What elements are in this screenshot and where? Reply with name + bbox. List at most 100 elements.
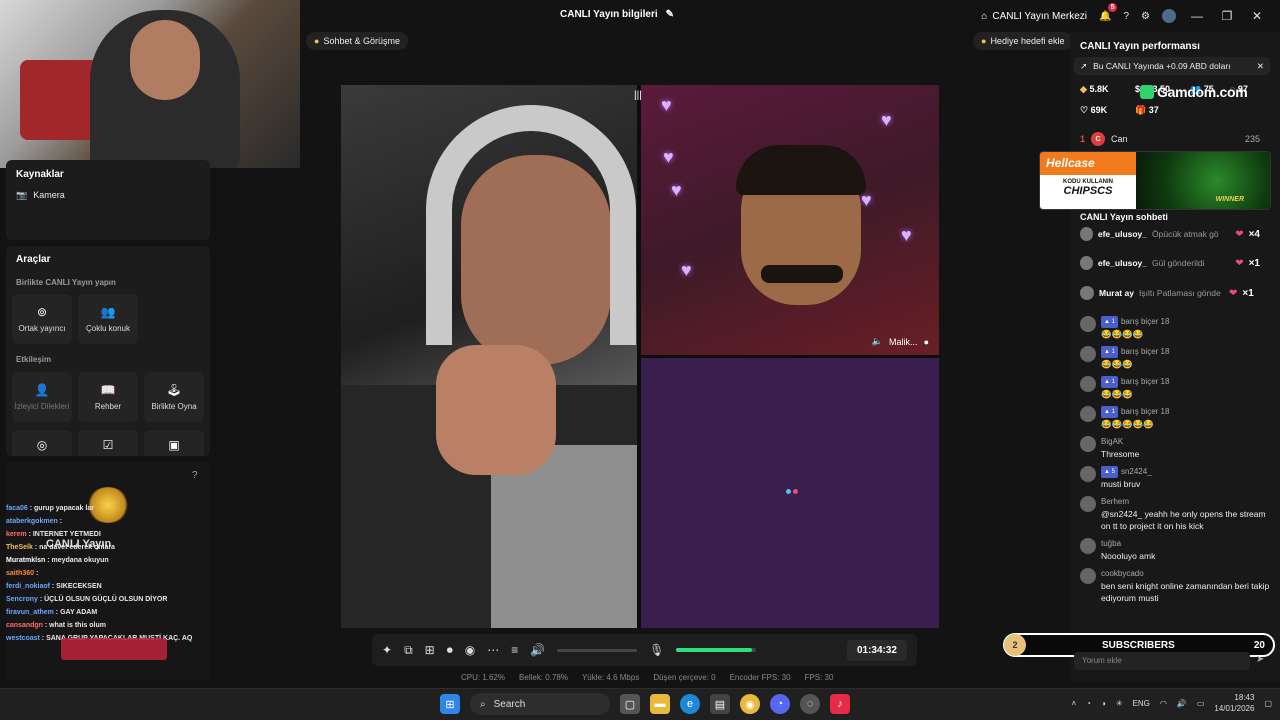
tool-button-6[interactable]: ▣	[144, 430, 204, 456]
chat-username[interactable]: ▲ 1 barış biçer 18	[1101, 346, 1169, 358]
chat-username[interactable]: ▲ 1 barış biçer 18	[1101, 406, 1169, 418]
chat-username[interactable]: ▲ 1 barış biçer 18	[1101, 316, 1169, 328]
clock[interactable]: 18:43 14/01/2026	[1214, 692, 1254, 714]
discord-icon[interactable]: ◔	[770, 694, 790, 714]
heart-icon: ♡	[1080, 105, 1089, 115]
heart-icon: ♥	[901, 225, 912, 245]
chat-username[interactable]: Berhem	[1101, 496, 1270, 508]
notification-icon[interactable]: ▢	[1264, 699, 1272, 708]
close-icon[interactable]: ✕	[1257, 61, 1264, 72]
add-scene-icon[interactable]: ⊞	[425, 643, 435, 657]
chat-text: Thresome	[1101, 449, 1140, 459]
avatar	[1080, 286, 1094, 300]
camera-source[interactable]: 📷 Kamera	[16, 190, 65, 201]
stats-bar: CPU: 1.62% Bellek: 0.78% Yükle: 4.6 Mbps…	[461, 673, 833, 682]
help-icon[interactable]: ?	[192, 470, 198, 481]
magic-wand-icon[interactable]: ✦	[382, 643, 392, 657]
record-icon[interactable]: ⏺	[447, 643, 453, 658]
language-indicator[interactable]: ENG	[1133, 699, 1150, 708]
tool-button-5[interactable]: ☑	[78, 430, 138, 456]
guide-button[interactable]: 📖 Rehber	[78, 372, 138, 422]
chat-username[interactable]: BigAK	[1101, 436, 1139, 448]
overlay-chat-text: : what is this olum	[42, 622, 106, 629]
chat-call-pill[interactable]: ● Sohbet & Görüşme	[306, 32, 408, 50]
battery-icon[interactable]: ▭	[1197, 699, 1205, 708]
chat-username[interactable]: ▲ 1 barış biçer 18	[1101, 376, 1169, 388]
overlay-chat-text: : SIKECEKSEN	[49, 583, 102, 590]
screen-share-icon[interactable]: ⧉	[404, 643, 413, 658]
send-icon[interactable]: ➤	[1256, 654, 1264, 665]
gift-goal-button[interactable]: ● Hediye hedefi ekle	[973, 32, 1073, 50]
chat-username[interactable]: cookbycado	[1101, 568, 1270, 580]
stream-info-label: CANLI Yayın bilgileri	[560, 9, 658, 20]
tray-app-icon[interactable]: ✳	[1116, 699, 1123, 708]
store-icon[interactable]: ▤	[710, 694, 730, 714]
memory-stat: Bellek: 0.78%	[519, 673, 568, 682]
tray-app-icon[interactable]: ◑	[1101, 699, 1106, 708]
avatar	[1080, 256, 1093, 270]
wifi-icon[interactable]: ◠	[1160, 699, 1167, 708]
subscriber-progress-circle: 2	[1004, 634, 1026, 656]
overlay-chat-panel: ? CANLI Yayın faca06 : gurup yapacak lar…	[6, 462, 210, 680]
chat-message: Berhem @sn2424_ yeahh he only opens the s…	[1080, 496, 1270, 532]
tools-panel: Araçlar Birlikte CANLI Yayın yapın ⊚ Ort…	[6, 246, 210, 456]
sources-panel: Kaynaklar 📷 Kamera	[6, 160, 210, 240]
play-together-button[interactable]: 🕹 Birlikte Oyna	[144, 372, 204, 422]
close-button[interactable]: ✕	[1248, 9, 1266, 23]
link-icon: ⊚	[36, 305, 48, 319]
edge-icon[interactable]: e	[680, 694, 700, 714]
volume-icon[interactable]: 🔊	[1177, 699, 1187, 708]
top-gifter-row[interactable]: 1 C Can 235	[1080, 132, 1260, 146]
clock-date: 14/01/2026	[1214, 704, 1255, 713]
gift-icon: ❤	[1235, 228, 1244, 240]
minimize-button[interactable]: —	[1188, 9, 1206, 23]
app-icon[interactable]: ◌	[800, 694, 820, 714]
overlay-chat-text: : ÜÇLÜ OLSUN GÜÇLÜ OLSUN DİYOR	[37, 596, 168, 603]
edit-icon[interactable]: ✎	[666, 9, 674, 20]
speaker-icon[interactable]: 🔈	[872, 336, 883, 347]
overlay-chat-user: westcoast	[6, 635, 40, 642]
windows-start-icon[interactable]: ⊞	[440, 694, 460, 714]
comment-input[interactable]: Yorum ekle	[1074, 652, 1250, 670]
co-host-button[interactable]: ⊚ Ortak yayıncı	[12, 294, 72, 344]
chrome-icon[interactable]: ◉	[740, 694, 760, 714]
task-view-icon[interactable]: ▢	[620, 694, 640, 714]
guest-options-icon[interactable]: ●	[924, 337, 929, 347]
multi-guest-button[interactable]: 👥 Çoklu konuk	[78, 294, 138, 344]
overlay-chat-user: ataberkgokmen	[6, 518, 58, 525]
stream-control-bar: ✦ ⧉ ⊞ ⏺ ◉ ⋯ ≡ 🔊 🎙 01:34:32	[372, 634, 917, 666]
viewer-requests-button[interactable]: 👤 İzleyici Dilekleri	[12, 372, 72, 422]
gear-icon[interactable]: ⚙	[1141, 11, 1150, 22]
bell-icon[interactable]: 🔔 5	[1099, 2, 1118, 22]
overlay-chat-user: saith360	[6, 570, 35, 577]
chevron-up-icon[interactable]: ˄	[1071, 699, 1076, 708]
maximize-button[interactable]: ❐	[1218, 9, 1236, 23]
more-icon[interactable]: ⋯	[487, 643, 499, 657]
joystick-icon: 🕹	[166, 383, 182, 397]
volume-slider[interactable]	[557, 648, 638, 652]
live-center-button[interactable]: ⌂ CANLI Yayın Merkezi	[981, 11, 1087, 22]
hellcase-logo: Hellcase	[1040, 152, 1136, 176]
chat-username[interactable]: tuğba	[1101, 538, 1155, 550]
discord-tray-icon[interactable]: ◔	[1086, 699, 1091, 708]
chat-username[interactable]: ▲ 5 sn2424_	[1101, 466, 1152, 478]
mic-level-meter[interactable]	[676, 648, 757, 652]
file-explorer-icon[interactable]: ▬	[650, 694, 670, 714]
settings-sliders-icon[interactable]: ≡	[511, 643, 518, 657]
overlay-chat-user: Sencrony	[6, 596, 38, 603]
chat-text: @sn2424_ yeahh he only opens the stream …	[1101, 509, 1266, 531]
camera-switch-icon[interactable]: ◉	[465, 643, 475, 657]
taskbar-search[interactable]: ⌕ Search	[470, 693, 610, 715]
box-icon: ▣	[168, 438, 180, 452]
tool-button-4[interactable]: ◎	[12, 430, 72, 456]
stream-info-title[interactable]: CANLI Yayın bilgileri ✎	[560, 9, 674, 20]
volume-icon[interactable]: 🔊	[530, 643, 545, 657]
avatar[interactable]	[1162, 9, 1176, 23]
webcam-overlay	[0, 0, 300, 168]
help-icon[interactable]: ?	[1123, 11, 1129, 22]
book-icon: 📖	[100, 383, 116, 397]
app-window: CANLI Yayın bilgileri ✎ ⌂ CANLI Yayın Me…	[0, 0, 1280, 720]
microphone-icon[interactable]: 🎙	[649, 643, 664, 657]
tiktok-live-icon[interactable]: ♪	[830, 694, 850, 714]
guest-tag[interactable]: 🔈 Malik... ●	[872, 336, 929, 347]
